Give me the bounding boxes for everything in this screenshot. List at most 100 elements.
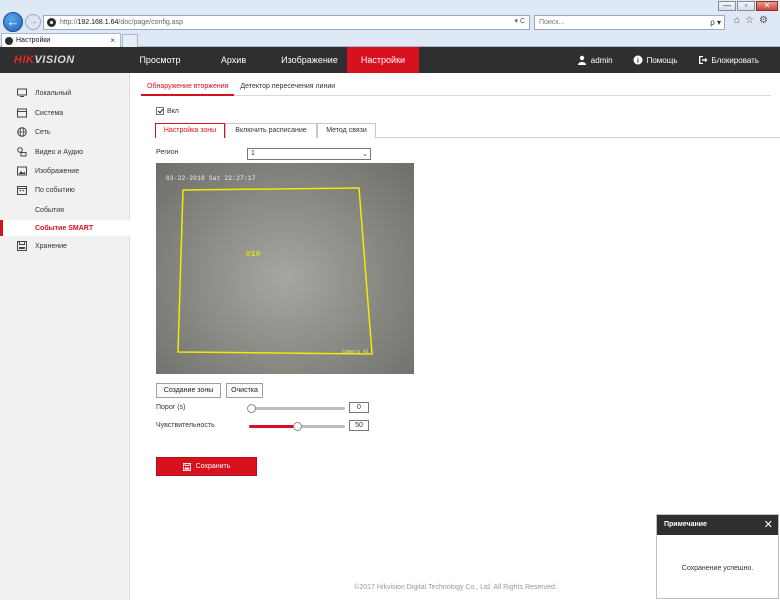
help-label: Помощь (646, 55, 678, 65)
threshold-value-input[interactable]: 0 (349, 402, 369, 413)
logout-icon (698, 56, 707, 64)
forward-button[interactable]: → (25, 14, 41, 30)
lock-button[interactable]: Блокировать (698, 55, 760, 65)
nav-live-view[interactable]: Просмотр (125, 47, 195, 73)
main-nav: Просмотр Архив Изображение Настройки (125, 47, 419, 73)
notification-message: Сохранение успешно. (681, 565, 754, 572)
new-tab-button[interactable] (122, 34, 138, 47)
zone-polygon[interactable] (156, 163, 414, 374)
search-icon[interactable]: ρ ▾ (710, 18, 721, 27)
sub-tabs: Обнаружение вторжения Детектор пересечен… (141, 79, 771, 96)
sidebar-item-video-audio[interactable]: Видео и Аудио (0, 145, 130, 159)
close-icon[interactable]: ✕ (764, 515, 773, 535)
help-button[interactable]: i Помощь (633, 55, 678, 65)
step-arming-schedule[interactable]: Включить расписание (225, 123, 317, 138)
sidebar-item-label: Сеть (35, 128, 51, 136)
notification-title: Примечание (664, 521, 707, 528)
sensitivity-slider-handle[interactable] (293, 422, 302, 431)
enable-row: Вкл (156, 107, 179, 115)
video-preview[interactable]: 03-22-2018 Sat 22:27:17 #1# Camera 01 (156, 163, 414, 374)
camera-name: Camera 01 (342, 349, 370, 355)
hikvision-logo: HIKVISION (14, 54, 75, 66)
video-timestamp: 03-22-2018 Sat 22:27:17 (166, 175, 256, 182)
sidebar-item-storage[interactable]: Хранение (0, 239, 130, 253)
minimize-button[interactable]: — (718, 1, 736, 11)
sidebar: Локальный Система Сеть Видео и Аудио Изо… (0, 73, 130, 600)
notification-popup: Примечание ✕ Сохранение успешно. (656, 514, 779, 599)
sidebar-subitem-smart-event[interactable]: Событие SMART (0, 220, 130, 236)
threshold-label: Порог (s) (156, 404, 186, 411)
address-text: http://192.168.1.64/doc/page/config.asp (60, 19, 183, 26)
search-input[interactable]: Поиск... ρ ▾ (534, 15, 725, 30)
region-value: 1 (251, 150, 255, 157)
help-icon: i (633, 55, 643, 65)
header-actions: admin i Помощь Блокировать (577, 47, 780, 73)
save-button[interactable]: Сохранить (156, 457, 257, 476)
search-placeholder: Поиск... (539, 19, 565, 26)
gear-icon[interactable]: ⚙ (759, 15, 768, 26)
nav-configuration[interactable]: Настройки (347, 47, 419, 73)
tab-favicon-icon (5, 36, 13, 45)
zone-label: #1# (246, 250, 261, 259)
nav-playback[interactable]: Архив (195, 47, 272, 73)
threshold-slider-handle[interactable] (247, 404, 256, 413)
calendar-icon (17, 186, 27, 195)
sensitivity-label: Чувствительность (156, 422, 215, 429)
clear-button[interactable]: Очистка (226, 383, 263, 398)
sidebar-subitem-events[interactable]: События (0, 202, 130, 218)
svg-text:i: i (637, 58, 639, 65)
sidebar-item-event[interactable]: По событию (0, 183, 130, 197)
video-audio-icon (17, 147, 27, 157)
back-button[interactable]: ← (3, 12, 23, 32)
home-icon[interactable]: ⌂ (734, 15, 740, 26)
user-menu[interactable]: admin (577, 55, 613, 65)
refresh-icon[interactable]: ▾ C (514, 17, 525, 25)
create-zone-button[interactable]: Создание зоны (156, 383, 221, 398)
sidebar-item-image[interactable]: Изображение (0, 164, 130, 178)
sidebar-item-label: По событию (35, 186, 75, 194)
close-window-button[interactable]: ✕ (756, 1, 778, 11)
address-bar[interactable]: http://192.168.1.64/doc/page/config.asp … (43, 15, 530, 30)
sidebar-item-system[interactable]: Система (0, 106, 130, 120)
window-controls: — ▫ ✕ (718, 1, 778, 11)
sidebar-item-label: Хранение (35, 242, 67, 250)
enable-label: Вкл (167, 107, 179, 115)
region-select[interactable]: 1 ⌄ (247, 148, 371, 160)
username: admin (590, 55, 613, 65)
image-icon (17, 166, 27, 176)
enable-checkbox[interactable] (156, 107, 164, 115)
favorites-icon[interactable]: ☆ (745, 15, 754, 26)
nav-picture[interactable]: Изображение (272, 47, 347, 73)
sidebar-item-local[interactable]: Локальный (0, 86, 130, 100)
lock-label: Блокировать (711, 55, 760, 65)
tab-intrusion-detection[interactable]: Обнаружение вторжения (141, 79, 235, 96)
save-icon (182, 462, 191, 471)
tab-line-crossing[interactable]: Детектор пересечения линии (234, 79, 341, 96)
site-icon (47, 18, 56, 27)
browser-tab[interactable]: Настройки × (1, 33, 121, 47)
sensitivity-value-input[interactable]: 50 (349, 420, 369, 431)
browser-toolbar: — ▫ ✕ ← → http://192.168.1.64/doc/page/c… (0, 0, 780, 47)
browser-icons: ⌂ ☆ ⚙ (734, 15, 768, 26)
sidebar-item-label: Изображение (35, 167, 80, 175)
threshold-slider-track[interactable] (251, 407, 345, 410)
sidebar-item-label: Локальный (35, 89, 72, 97)
sidebar-item-network[interactable]: Сеть (0, 125, 130, 139)
region-label: Регион (156, 149, 179, 156)
maximize-button[interactable]: ▫ (737, 1, 755, 11)
sidebar-item-label: Система (35, 109, 64, 117)
step-area-settings[interactable]: Настройка зоны (155, 123, 225, 138)
disk-icon (17, 241, 27, 251)
zone-outline (177, 187, 373, 355)
config-steps: Настройка зоны Включить расписание Метод… (155, 123, 780, 138)
user-icon (577, 55, 586, 65)
save-label: Сохранить (195, 463, 231, 470)
tab-close-icon[interactable]: × (110, 36, 115, 45)
sidebar-item-label: Видео и Аудио (35, 148, 83, 156)
sensitivity-slider-fill (249, 425, 297, 428)
notification-header: Примечание ✕ (657, 515, 778, 535)
app-header: HIKVISION Просмотр Архив Изображение Нас… (0, 47, 780, 73)
step-linkage-method[interactable]: Метод связи (317, 123, 376, 138)
globe-icon (17, 127, 27, 137)
system-icon (17, 108, 27, 118)
